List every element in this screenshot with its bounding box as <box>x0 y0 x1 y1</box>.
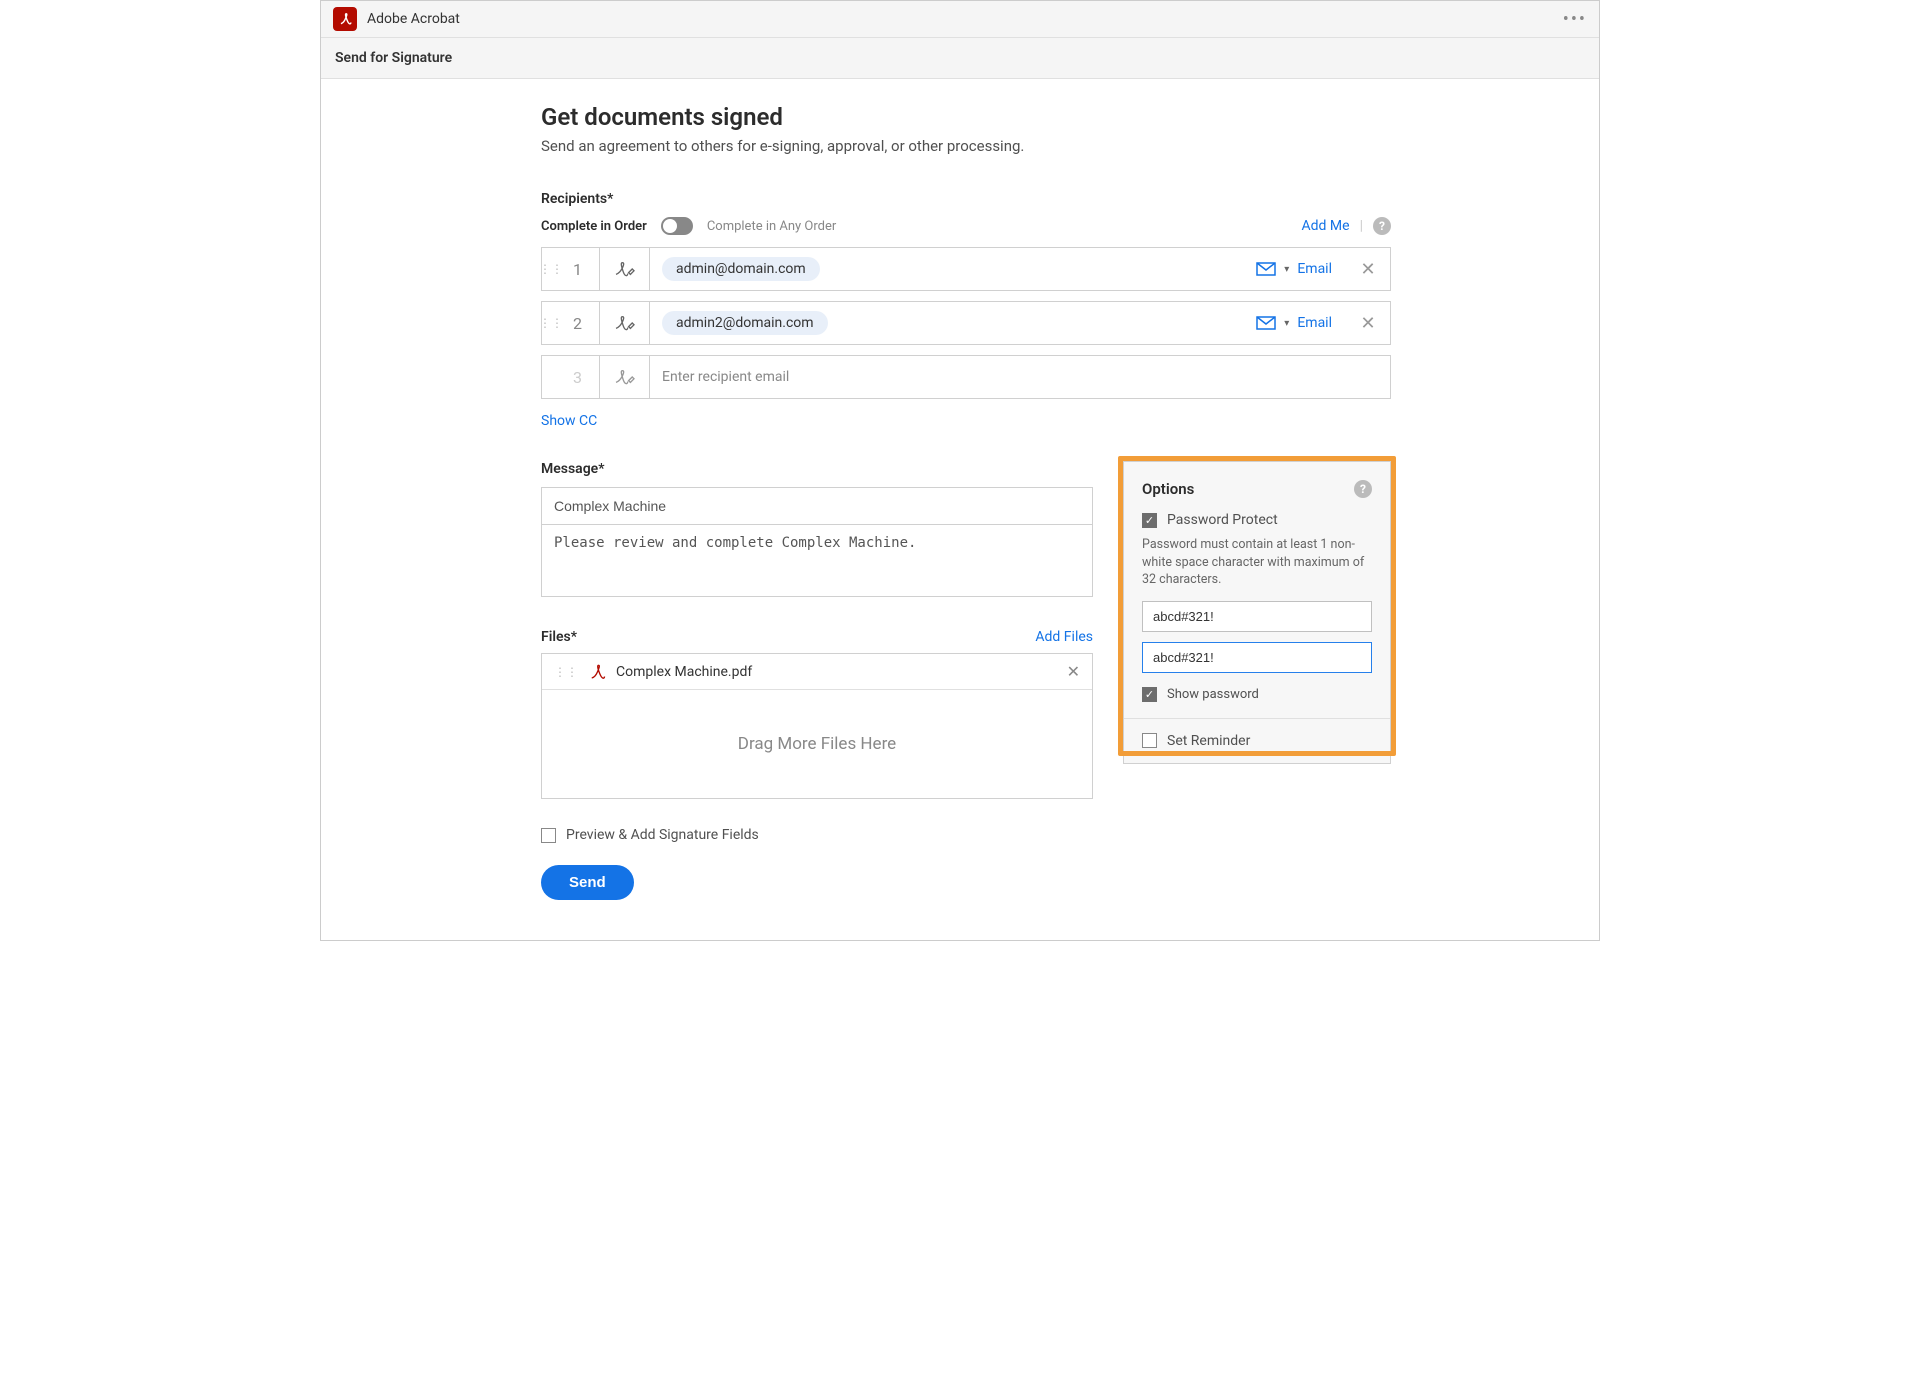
preview-label: Preview & Add Signature Fields <box>566 827 759 843</box>
options-panel: Options ? ✓ Password Protect Password mu… <box>1123 461 1391 764</box>
send-button[interactable]: Send <box>541 865 634 900</box>
email-chip[interactable]: admin@domain.com <box>662 257 820 281</box>
message-subject-input[interactable] <box>541 487 1093 525</box>
drag-handle-icon[interactable]: ⋮⋮ <box>542 302 556 344</box>
remove-file-icon[interactable]: ✕ <box>1067 662 1080 681</box>
page-subtitle: Send an agreement to others for e-signin… <box>541 137 1391 155</box>
delivery-method-dropdown[interactable]: ▾ Email <box>1242 248 1346 290</box>
show-password-checkbox[interactable]: ✓ <box>1142 687 1157 702</box>
file-drop-area[interactable]: Drag More Files Here <box>542 690 1092 798</box>
pdf-icon <box>588 663 606 681</box>
signer-role-icon[interactable] <box>600 248 650 290</box>
recipient-email-field[interactable]: admin2@domain.com <box>650 302 1242 344</box>
password-hint: Password must contain at least 1 non-whi… <box>1142 536 1372 589</box>
recipient-email-field[interactable]: admin@domain.com <box>650 248 1242 290</box>
show-password-label: Show password <box>1167 687 1259 702</box>
recipients-help-icon[interactable]: ? <box>1373 217 1391 235</box>
recipients-label: Recipients* <box>541 191 1391 207</box>
options-title: Options <box>1142 480 1194 498</box>
envelope-icon <box>1256 316 1276 330</box>
recipient-row: ⋮⋮ 2 admin2@domain.com ▾ Email ✕ <box>541 301 1391 345</box>
envelope-icon <box>1256 262 1276 276</box>
add-files-link[interactable]: Add Files <box>1035 629 1093 645</box>
email-chip[interactable]: admin2@domain.com <box>662 311 828 335</box>
password-protect-label: Password Protect <box>1167 512 1278 528</box>
set-reminder-checkbox[interactable] <box>1142 733 1157 748</box>
remove-recipient-icon[interactable]: ✕ <box>1346 248 1390 290</box>
complete-in-order-label: Complete in Order <box>541 219 647 234</box>
order-toggle[interactable] <box>661 217 693 235</box>
add-me-link[interactable]: Add Me <box>1302 218 1350 234</box>
file-name: Complex Machine.pdf <box>616 664 1067 680</box>
recipient-row-empty: 3 Enter recipient email <box>541 355 1391 399</box>
chevron-down-icon: ▾ <box>1284 264 1289 275</box>
drag-handle-icon[interactable]: ⋮⋮ <box>554 665 578 679</box>
password-protect-checkbox[interactable]: ✓ <box>1142 513 1157 528</box>
files-label: Files* <box>541 629 577 645</box>
recipient-row: ⋮⋮ 1 admin@domain.com ▾ Email ✕ <box>541 247 1391 291</box>
drag-handle-icon[interactable]: ⋮⋮ <box>542 248 556 290</box>
drag-handle-icon <box>542 356 556 398</box>
chevron-down-icon: ▾ <box>1284 318 1289 329</box>
password-input[interactable] <box>1142 601 1372 632</box>
message-body-input[interactable] <box>541 525 1093 597</box>
message-label: Message* <box>541 461 1093 477</box>
options-help-icon[interactable]: ? <box>1354 480 1372 498</box>
acrobat-app-icon <box>333 7 357 31</box>
preview-checkbox[interactable] <box>541 828 556 843</box>
show-cc-link[interactable]: Show CC <box>541 413 597 429</box>
remove-recipient-icon[interactable]: ✕ <box>1346 302 1390 344</box>
subheader: Send for Signature <box>321 38 1599 79</box>
page-title: Get documents signed <box>541 103 1391 131</box>
app-title: Adobe Acrobat <box>367 11 460 27</box>
signer-role-icon[interactable] <box>600 356 650 398</box>
file-row: ⋮⋮ Complex Machine.pdf ✕ <box>542 654 1092 690</box>
recipient-email-input[interactable]: Enter recipient email <box>650 356 1390 398</box>
password-confirm-input[interactable] <box>1142 642 1372 673</box>
recipient-number: 1 <box>556 248 600 290</box>
more-menu-icon[interactable]: ••• <box>1563 9 1587 30</box>
recipient-number: 3 <box>556 356 600 398</box>
titlebar: Adobe Acrobat ••• <box>321 1 1599 38</box>
delivery-method-dropdown[interactable]: ▾ Email <box>1242 302 1346 344</box>
recipient-number: 2 <box>556 302 600 344</box>
complete-any-order-label: Complete in Any Order <box>707 219 836 234</box>
signer-role-icon[interactable] <box>600 302 650 344</box>
files-box: ⋮⋮ Complex Machine.pdf ✕ Drag More Files… <box>541 653 1093 799</box>
set-reminder-label: Set Reminder <box>1167 733 1250 749</box>
